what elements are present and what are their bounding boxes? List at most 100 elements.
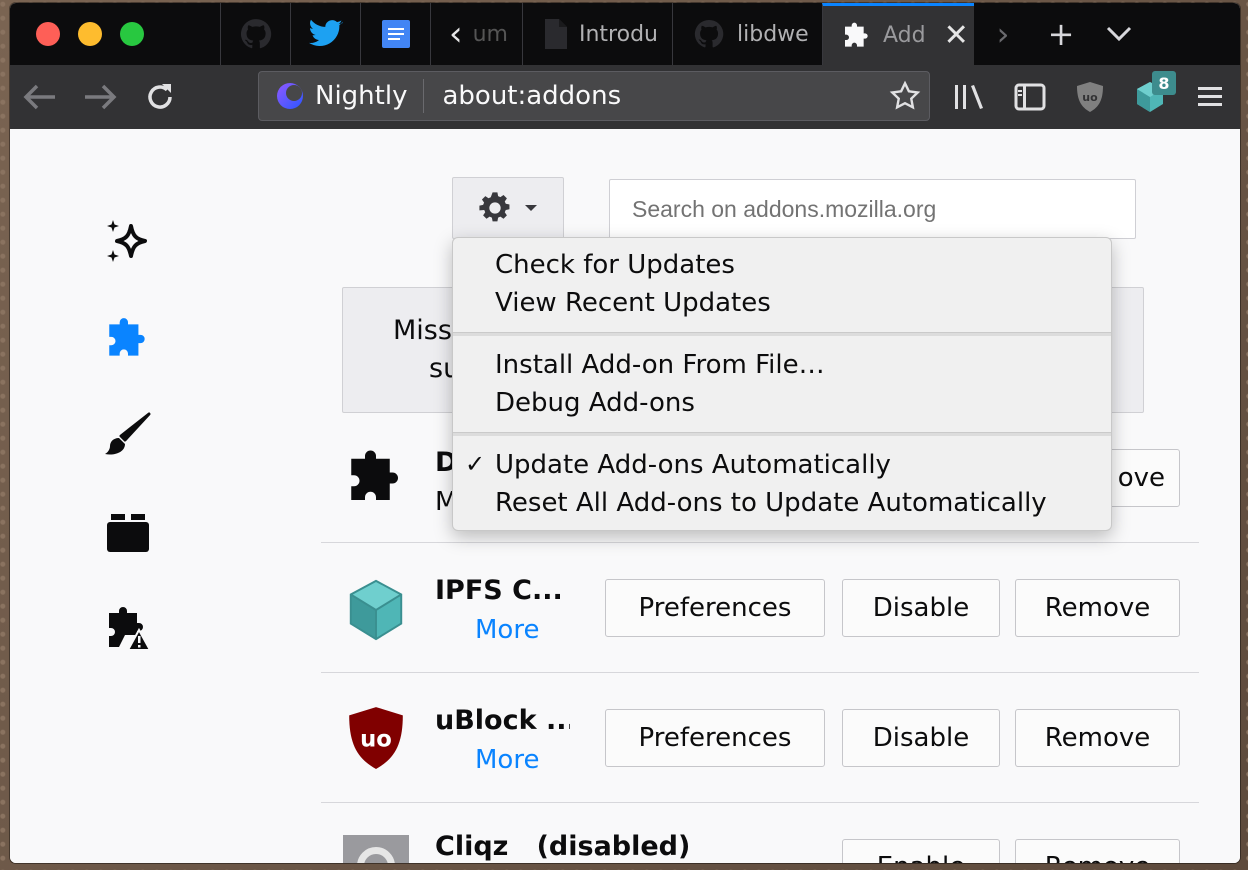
menu-item-install-from-file[interactable]: Install Add-on From File…: [495, 350, 825, 380]
tab-introduction[interactable]: Introdu: [522, 3, 672, 65]
puzzle-icon: [109, 318, 145, 356]
identity-label: Nightly: [315, 81, 408, 111]
arrow-left-icon: [23, 84, 55, 110]
addon-name: uBlock ...: [435, 705, 570, 736]
url-bar[interactable]: Nightly about:addons: [258, 71, 930, 121]
tab-partial[interactable]: ‹ um: [430, 3, 522, 65]
remove-button[interactable]: Remove: [1015, 839, 1180, 863]
ipfs-companion-button[interactable]: 8: [1120, 65, 1180, 129]
chevron-down-icon: [1106, 26, 1132, 42]
ublock-shield-icon: uo: [349, 707, 403, 769]
disable-button[interactable]: Disable: [842, 709, 1000, 767]
ublock-origin-button[interactable]: uo: [1060, 65, 1120, 129]
sidebar-toggle-button[interactable]: [1000, 65, 1060, 129]
tab-label: Add: [883, 23, 926, 48]
addon-name: Cliqz (disabled): [435, 831, 691, 862]
scroll-tabs-right-button[interactable]: ›: [974, 3, 1032, 65]
sparkle-icon: [107, 220, 147, 262]
tab-addons-active[interactable]: Add ✕: [822, 3, 974, 65]
ipfs-cube-icon: [349, 579, 403, 641]
search-addons-input[interactable]: [609, 179, 1136, 239]
tab-twitter-pinned[interactable]: [290, 3, 360, 65]
tools-menu-button[interactable]: [452, 177, 564, 239]
chevron-left-icon: ‹: [449, 14, 463, 54]
zoom-window-button[interactable]: [120, 22, 144, 46]
menu-item-update-automatically[interactable]: Update Add-ons Automatically: [495, 450, 891, 480]
addons-manager-content: Miss su D M ove IPFS C... More Preferenc…: [10, 129, 1240, 863]
arrow-right-icon: [85, 84, 117, 110]
github-icon: [240, 19, 271, 49]
forward-button[interactable]: [70, 65, 130, 129]
reload-icon: [148, 84, 172, 109]
back-button[interactable]: [10, 65, 70, 129]
open-menu-button[interactable]: [1180, 65, 1240, 129]
twitter-icon: [308, 19, 342, 47]
new-tab-button[interactable]: +: [1032, 3, 1090, 65]
library-button[interactable]: [940, 65, 1000, 129]
close-tab-icon[interactable]: ✕: [944, 18, 969, 53]
addon-more-link[interactable]: More: [475, 615, 539, 645]
menu-separator: [453, 432, 1111, 436]
disable-button[interactable]: Disable: [842, 579, 1000, 637]
tab-label: Introdu: [579, 21, 658, 47]
paintbrush-icon: [105, 412, 151, 455]
plugin-block-icon: [107, 514, 149, 552]
navigation-toolbar: Nightly about:addons uo 8: [10, 65, 1240, 129]
remove-button[interactable]: Remove: [1015, 579, 1180, 637]
star-icon: [889, 80, 921, 110]
addon-name: IPFS C...: [435, 575, 560, 606]
svg-text:uo: uo: [360, 726, 392, 752]
window-controls: [10, 3, 220, 65]
remove-button[interactable]: Remove: [1015, 709, 1180, 767]
category-themes[interactable]: [98, 405, 158, 465]
bookmark-star-button[interactable]: [881, 80, 929, 112]
enable-button[interactable]: Enable: [842, 839, 1000, 863]
gear-icon: [479, 192, 510, 222]
addon-row-ipfs: IPFS C... More Preferences Disable Remov…: [321, 543, 1199, 673]
tools-dropdown-menu: Check for Updates View Recent Updates In…: [452, 237, 1112, 531]
addon-status: (disabled): [536, 831, 691, 862]
addon-row-cliqz: Cliqz (disabled) Enable Remove: [321, 803, 1199, 863]
library-icon: [955, 85, 983, 109]
browser-window: ‹ um Introdu libdwe Add ✕ › + Nightly ab…: [10, 3, 1240, 863]
identity-box[interactable]: Nightly: [259, 79, 425, 113]
checkmark-icon: ✓: [465, 450, 486, 478]
preferences-button[interactable]: Preferences: [605, 579, 825, 637]
ublock-shield-icon: uo: [1077, 82, 1103, 112]
puzzle-icon: [351, 450, 398, 500]
dropdown-arrow-icon: [525, 205, 537, 211]
tab-libdwe[interactable]: libdwe: [672, 3, 822, 65]
tab-github-pinned[interactable]: [220, 3, 290, 65]
nightly-logo-icon: [277, 83, 303, 109]
preferences-button[interactable]: Preferences: [605, 709, 825, 767]
menu-item-debug-addons[interactable]: Debug Add-ons: [495, 388, 695, 418]
menu-item-reset-update-automatically[interactable]: Reset All Add-ons to Update Automaticall…: [495, 488, 1047, 518]
menu-item-view-recent-updates[interactable]: View Recent Updates: [495, 288, 771, 318]
url-text[interactable]: about:addons: [424, 81, 881, 111]
sidebar-icon: [1014, 83, 1046, 111]
chevron-right-icon: ›: [996, 15, 1010, 53]
category-legacy-extensions[interactable]: [98, 599, 158, 659]
list-all-tabs-button[interactable]: [1090, 3, 1148, 65]
plus-icon: +: [1047, 15, 1075, 53]
menu-separator: [453, 332, 1111, 336]
category-plugins[interactable]: [98, 503, 158, 563]
puzzle-icon: [845, 22, 868, 47]
ipfs-peer-count-badge: 8: [1152, 71, 1176, 95]
addon-row-ublock: uo uBlock ... More Preferences Disable R…: [321, 673, 1199, 803]
close-window-button[interactable]: [36, 22, 60, 46]
reload-button[interactable]: [130, 65, 190, 129]
tab-label: libdwe: [737, 21, 809, 47]
hamburger-menu-icon: [1198, 87, 1222, 106]
category-extensions[interactable]: [98, 309, 158, 369]
minimize-window-button[interactable]: [78, 22, 102, 46]
addon-more-link[interactable]: More: [475, 745, 539, 775]
category-recommendations[interactable]: [98, 211, 158, 271]
svg-text:uo: uo: [1082, 91, 1098, 104]
puzzle-warning-icon: [109, 607, 152, 651]
tab-docs-pinned[interactable]: [360, 3, 430, 65]
docs-icon: [381, 20, 410, 48]
menu-item-check-for-updates[interactable]: Check for Updates: [495, 250, 735, 280]
toolbar-right: uo 8: [940, 65, 1240, 129]
tab-strip: ‹ um Introdu libdwe Add ✕ › +: [10, 3, 1240, 65]
